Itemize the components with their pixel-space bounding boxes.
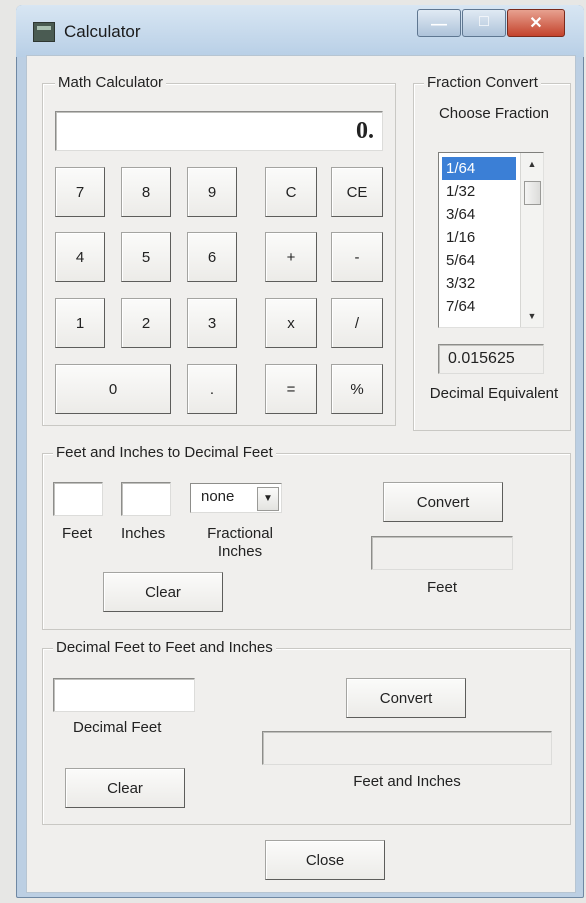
choose-fraction-label: Choose Fraction: [438, 105, 550, 122]
key-plus[interactable]: +: [265, 232, 317, 282]
key-8[interactable]: 8: [121, 167, 171, 217]
math-calculator-legend: Math Calculator: [55, 74, 167, 91]
feet-label: Feet: [62, 525, 93, 542]
convert-to-decimal-button[interactable]: Convert: [383, 482, 503, 522]
calculator-app-icon: [33, 22, 55, 42]
fraction-option[interactable]: 1/64: [442, 157, 516, 180]
fraction-option[interactable]: 3/32: [442, 272, 516, 295]
inches-input[interactable]: [121, 482, 171, 516]
feet-input[interactable]: [53, 482, 103, 516]
key-equals[interactable]: =: [265, 364, 317, 414]
key-2[interactable]: 2: [121, 298, 171, 348]
decimal-feet-input[interactable]: [53, 678, 195, 712]
calculator-display: 0.: [55, 111, 383, 151]
feet-and-inches-label: Feet and Inches: [353, 773, 461, 790]
fractional-inches-dropdown[interactable]: none ▼: [190, 483, 282, 513]
fraction-list-scrollbar[interactable]: ▲ ▼: [520, 153, 543, 327]
window-title: Calculator: [64, 22, 141, 41]
decimal-feet-result-field: [371, 536, 513, 570]
feet-inches-to-decimal-legend: Feet and Inches to Decimal Feet: [53, 444, 276, 461]
chevron-down-icon[interactable]: ▼: [257, 487, 279, 511]
key-percent[interactable]: %: [331, 364, 383, 414]
key-5[interactable]: 5: [121, 232, 171, 282]
fraction-listbox[interactable]: 1/64 1/32 3/64 1/16 5/64 3/32 7/64 ▲ ▼: [438, 152, 544, 328]
key-clear-entry[interactable]: CE: [331, 167, 383, 217]
decimal-feet-label: Decimal Feet: [73, 719, 162, 736]
clear-decimal-feet-button[interactable]: Clear: [65, 768, 185, 808]
maximize-icon: □: [479, 13, 489, 30]
close-icon: ✕: [529, 15, 543, 32]
decimal-equivalent-label: Decimal Equivalent: [429, 385, 559, 402]
fraction-option[interactable]: 7/64: [442, 295, 516, 318]
close-window-button[interactable]: ✕: [507, 9, 565, 37]
key-0[interactable]: 0: [55, 364, 171, 414]
convert-to-feet-inches-button[interactable]: Convert: [346, 678, 466, 718]
key-9[interactable]: 9: [187, 167, 237, 217]
key-7[interactable]: 7: [55, 167, 105, 217]
decimal-equivalent-value: 0.015625: [448, 350, 515, 367]
scroll-down-icon[interactable]: ▼: [521, 307, 543, 325]
decimal-equivalent-field: 0.015625: [438, 344, 544, 374]
minimize-button[interactable]: —: [417, 9, 461, 37]
key-3[interactable]: 3: [187, 298, 237, 348]
fraction-option[interactable]: 1/32: [442, 180, 516, 203]
maximize-button[interactable]: □: [462, 9, 506, 37]
fraction-option[interactable]: 1/16: [442, 226, 516, 249]
key-divide[interactable]: /: [331, 298, 383, 348]
display-value: 0.: [356, 118, 374, 144]
fraction-option[interactable]: 3/64: [442, 203, 516, 226]
dropdown-selected-value: none: [201, 488, 235, 505]
clear-feet-inches-button[interactable]: Clear: [103, 572, 223, 612]
fraction-convert-legend: Fraction Convert: [424, 74, 541, 91]
inches-label: Inches: [121, 525, 166, 542]
key-decimal[interactable]: .: [187, 364, 237, 414]
key-6[interactable]: 6: [187, 232, 237, 282]
key-4[interactable]: 4: [55, 232, 105, 282]
scroll-up-icon[interactable]: ▲: [521, 155, 543, 173]
decimal-to-feet-inches-legend: Decimal Feet to Feet and Inches: [53, 639, 276, 656]
fraction-option[interactable]: 5/64: [442, 249, 516, 272]
key-multiply[interactable]: x: [265, 298, 317, 348]
minimize-icon: —: [431, 16, 447, 33]
key-minus[interactable]: -: [331, 232, 383, 282]
key-clear[interactable]: C: [265, 167, 317, 217]
fractional-inches-label: Fractional Inches: [207, 525, 273, 560]
feet-result-label: Feet: [426, 579, 457, 596]
close-button[interactable]: Close: [265, 840, 385, 880]
scrollbar-thumb[interactable]: [524, 181, 541, 205]
key-1[interactable]: 1: [55, 298, 105, 348]
feet-inches-result-field: [262, 731, 552, 765]
